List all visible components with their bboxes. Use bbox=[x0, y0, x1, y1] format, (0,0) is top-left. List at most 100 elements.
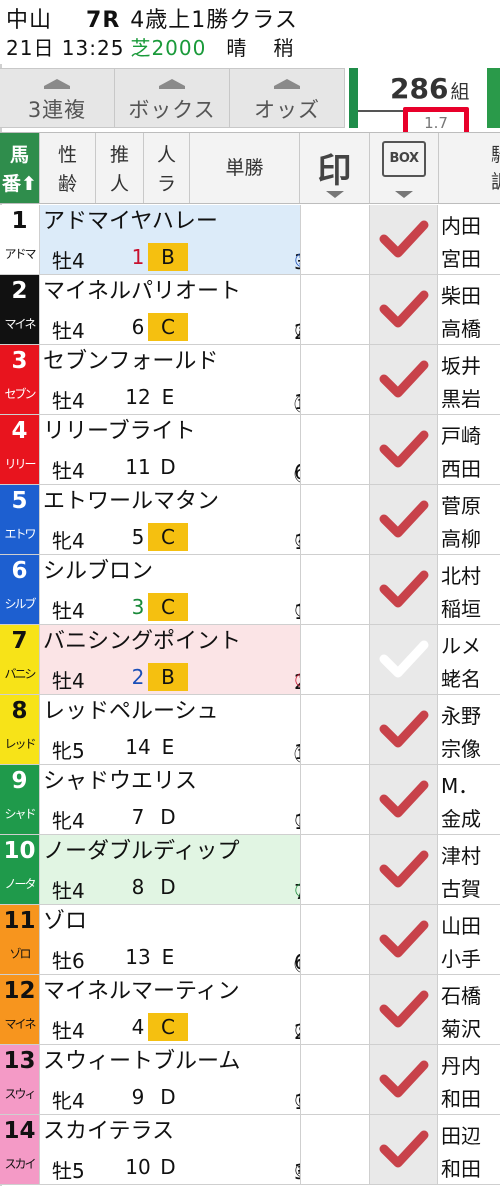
check-icon bbox=[379, 360, 429, 398]
mark-cell[interactable] bbox=[300, 695, 370, 764]
box-check-cell[interactable] bbox=[370, 485, 438, 554]
mark-cell[interactable] bbox=[300, 905, 370, 974]
mark-cell[interactable] bbox=[300, 835, 370, 904]
check-icon bbox=[379, 710, 429, 748]
horse-number: 2 bbox=[11, 278, 28, 304]
mark-cell[interactable] bbox=[300, 415, 370, 484]
horse-info: 牡48D7.1③ bbox=[40, 870, 326, 904]
table-row[interactable]: 3 セブンセブンフォールド牡412E143.2⑭ 坂井黒岩 bbox=[0, 345, 500, 416]
table-row[interactable]: 11ゾロゾロ牡613E63.0⑫山田小手 bbox=[0, 905, 500, 976]
col-horse-number-label-2: 番⬆ bbox=[2, 173, 37, 195]
horse-name[interactable]: スウィートブルーム bbox=[40, 1045, 300, 1080]
col-win-odds[interactable]: 単勝 bbox=[190, 133, 300, 203]
box-check-cell[interactable] bbox=[370, 1115, 438, 1184]
table-row[interactable]: 4 リリーリリーブライト牡411D60.5⑪ 戸崎西田 bbox=[0, 415, 500, 486]
table-row[interactable]: 1 アドマアドマイヤハレー牡41B3.7② 内田宮田 bbox=[0, 205, 500, 275]
odds-button[interactable]: オッズ bbox=[230, 69, 345, 127]
table-row[interactable]: 7 バニシバニシングポイント牡42B2.5① ルメ蛯名 bbox=[0, 625, 500, 695]
mark-cell[interactable] bbox=[300, 485, 370, 554]
box-check-cell[interactable] bbox=[370, 555, 438, 624]
box-check-cell[interactable] bbox=[370, 415, 438, 484]
horse-number-cell: 11 ゾロ bbox=[0, 905, 40, 974]
box-check-cell[interactable] bbox=[370, 275, 438, 344]
mark-cell[interactable] bbox=[300, 765, 370, 834]
box-mode-label: ボックス bbox=[128, 98, 216, 122]
table-row[interactable]: 12 マイネマイネルマーティン牡44C22.1⑨ 石橋菊沢 bbox=[0, 975, 500, 1045]
horse-name[interactable]: シャドウエリス bbox=[40, 765, 300, 800]
trainer-name: 宗像 bbox=[441, 737, 481, 761]
mark-cell[interactable] bbox=[300, 975, 370, 1044]
horse-number: 4 bbox=[11, 418, 28, 444]
col-mark[interactable]: 印 bbox=[300, 133, 370, 203]
horse-name[interactable]: ノーダブルディップ bbox=[40, 835, 300, 870]
jockey-trainer-cell: 坂井 黒岩 bbox=[439, 345, 500, 414]
horse-info: 牡613E63.0⑫ bbox=[40, 940, 339, 976]
mark-cell[interactable] bbox=[300, 345, 370, 414]
col-horse-number[interactable]: 馬 番⬆ bbox=[0, 133, 40, 203]
horse-sex-age: 牝4 bbox=[52, 1089, 85, 1113]
box-check-cell[interactable] bbox=[370, 905, 438, 974]
trifecta-button[interactable]: 3連複 bbox=[0, 69, 115, 127]
table-row[interactable]: 8 レッドレッドペルーシュ牝514E132.8⑬ 永野宗像 bbox=[0, 695, 500, 766]
box-check-cell[interactable] bbox=[370, 205, 438, 274]
jockey-trainer-cell: 田辺 和田 bbox=[439, 1115, 500, 1184]
horse-name[interactable]: ゾロ bbox=[40, 905, 300, 940]
horse-name[interactable]: セブンフォールド bbox=[40, 345, 300, 380]
horse-abbr: マイネ bbox=[4, 1017, 36, 1031]
box-header-icon: BOX bbox=[382, 141, 426, 177]
box-check-cell[interactable] bbox=[370, 975, 438, 1044]
box-check-cell[interactable] bbox=[370, 835, 438, 904]
table-row[interactable]: 2 マイネマイネルパリオート牡46C20.4⑧ 柴田高橋 bbox=[0, 275, 500, 345]
combo-count: 286 組 bbox=[390, 72, 469, 105]
horse-name[interactable]: スカイテラス bbox=[40, 1115, 300, 1150]
table-row[interactable]: 9 シャドシャドウエリス牝47D14.1⑤ M． 金成 bbox=[0, 765, 500, 835]
box-check-cell[interactable] bbox=[370, 695, 438, 764]
horse-name[interactable]: レッドペルーシュ bbox=[40, 695, 300, 730]
table-row[interactable]: 5 エトワエトワールマタン牝45C11.4④ 菅原高柳 bbox=[0, 485, 500, 555]
horse-abbr: セブン bbox=[4, 387, 36, 401]
horse-sex-age: 牝5 bbox=[52, 739, 85, 763]
mark-cell[interactable] bbox=[300, 275, 370, 344]
horse-number-cell: 2 マイネ bbox=[0, 275, 40, 344]
horse-name[interactable]: シルブロン bbox=[40, 555, 300, 590]
col-rank[interactable]: 人 ラ bbox=[144, 133, 190, 203]
horse-info: 牝45C11.4④ bbox=[40, 520, 339, 554]
box-check-cell[interactable] bbox=[370, 345, 438, 414]
race-class: 4歳上1勝クラス bbox=[130, 8, 298, 33]
table-row[interactable]: 13 スウィスウィートブルーム牝49D15.4⑥ 丹内和田 bbox=[0, 1045, 500, 1115]
jockey-trainer-cell: 石橋 菊沢 bbox=[439, 975, 500, 1044]
trainer-name: 高橋 bbox=[441, 317, 481, 341]
col-pick[interactable]: 推 人 bbox=[96, 133, 144, 203]
horse-rank-badge: B bbox=[148, 663, 188, 691]
col-jockey[interactable]: 騎 調 bbox=[439, 133, 500, 203]
mark-cell[interactable] bbox=[300, 1115, 370, 1184]
check-icon bbox=[379, 640, 429, 678]
box-check-cell[interactable] bbox=[370, 1045, 438, 1114]
table-row[interactable]: 10 ノータノーダブルディップ牡48D7.1③ 津村古賀 bbox=[0, 835, 500, 905]
horse-name[interactable]: リリーブライト bbox=[40, 415, 300, 450]
horse-name[interactable]: アドマイヤハレー bbox=[40, 205, 300, 240]
box-check-cell[interactable] bbox=[370, 765, 438, 834]
box-check-cell[interactable] bbox=[370, 625, 438, 694]
mark-cell[interactable] bbox=[300, 555, 370, 624]
side-panel-tab[interactable] bbox=[487, 68, 500, 128]
mark-cell[interactable] bbox=[300, 205, 370, 274]
table-row[interactable]: 14 スカイスカイテラス牡510D38.7⑩ 田辺和田 bbox=[0, 1115, 500, 1185]
horse-abbr: スカイ bbox=[4, 1157, 36, 1171]
mark-cell[interactable] bbox=[300, 625, 370, 694]
horse-name[interactable]: マイネルパリオート bbox=[40, 275, 300, 310]
box-mode-button[interactable]: ボックス bbox=[115, 69, 230, 127]
horse-number: 12 bbox=[3, 978, 36, 1004]
check-icon bbox=[379, 430, 429, 468]
horse-name[interactable]: エトワールマタン bbox=[40, 485, 300, 520]
horse-number: 8 bbox=[11, 698, 28, 724]
horse-name[interactable]: マイネルマーティン bbox=[40, 975, 300, 1010]
col-box[interactable]: BOX bbox=[370, 133, 439, 203]
col-sex-age[interactable]: 性 齢 bbox=[40, 133, 96, 203]
horse-name[interactable]: バニシングポイント bbox=[40, 625, 300, 660]
table-row[interactable]: 6 シルブシルブロン牡43C16.4⑦ 北村稲垣 bbox=[0, 555, 500, 625]
col-win-odds-label: 単勝 bbox=[225, 157, 264, 179]
col-pick-label-1: 推 bbox=[109, 144, 129, 166]
mark-cell[interactable] bbox=[300, 1045, 370, 1114]
horse-sex-age: 牝4 bbox=[52, 529, 85, 553]
